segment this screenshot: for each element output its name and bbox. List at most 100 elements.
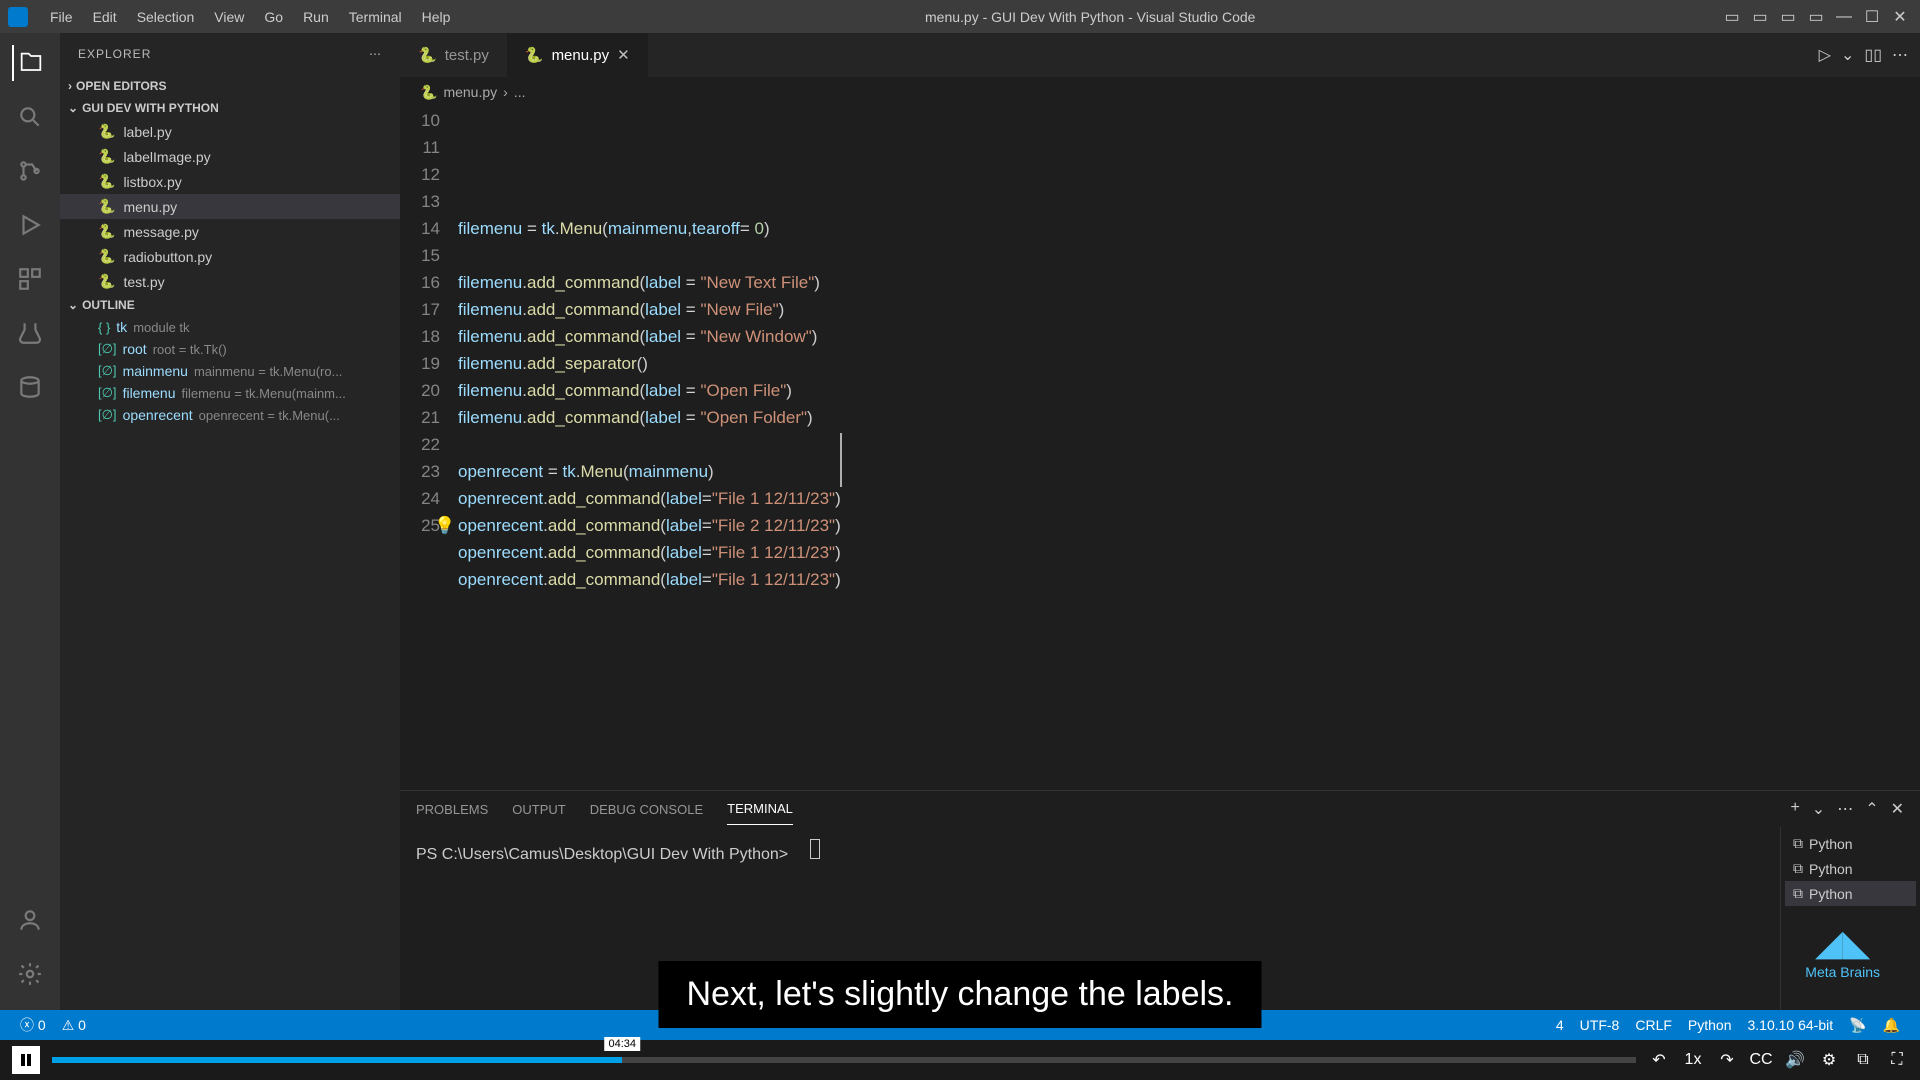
terminal-instance[interactable]: ⧉Python [1785,881,1916,906]
encoding-status[interactable]: UTF-8 [1572,1017,1628,1033]
file-item[interactable]: 🐍labelImage.py [60,144,400,169]
maximize-icon[interactable]: ☐ [1860,5,1884,29]
project-section[interactable]: ⌄ GUI DEV WITH PYTHON [60,97,400,119]
window-title: menu.py - GUI Dev With Python - Visual S… [460,9,1720,25]
editor-tab[interactable]: 🐍menu.py✕ [507,33,648,77]
layout-icon[interactable]: ▭ [1720,5,1744,29]
explorer-icon[interactable] [12,45,48,81]
breadcrumbs[interactable]: 🐍 menu.py › ... [400,77,1920,107]
activity-bar [0,33,60,1010]
menu-file[interactable]: File [40,9,83,25]
file-item[interactable]: 🐍label.py [60,119,400,144]
brand-logo: ◢◣ Meta Brains [1805,922,1880,980]
python-version-status[interactable]: 3.10.10 64-bit [1740,1017,1842,1033]
video-player-controls: 04:34 ↶ 1x ↷ CC 🔊 ⚙ ⧉ ⛶ [0,1040,1920,1080]
progress-bar[interactable]: 04:34 [52,1057,1636,1063]
volume-icon[interactable]: 🔊 [1784,1049,1806,1071]
menu-view[interactable]: View [204,9,254,25]
panel-tab-terminal[interactable]: TERMINAL [727,793,793,825]
file-item[interactable]: 🐍radiobutton.py [60,244,400,269]
menu-selection[interactable]: Selection [127,9,205,25]
more-icon[interactable]: ⋯ [1837,799,1853,819]
code-editor[interactable]: 10111213141516171819202122232425 filemen… [400,107,1920,790]
menu-edit[interactable]: Edit [83,9,127,25]
panel-tab-output[interactable]: OUTPUT [512,794,565,825]
triangle-icon: ◢◣ [1805,922,1880,964]
new-terminal-icon[interactable]: + [1790,799,1799,819]
close-panel-icon[interactable]: ✕ [1891,799,1904,819]
minimap[interactable] [1860,107,1920,790]
more-icon[interactable]: ⋯ [1892,45,1908,65]
minimize-icon[interactable]: — [1832,5,1856,29]
terminal-icon: ⧉ [1793,835,1803,852]
open-editors-section[interactable]: › OPEN EDITORS [60,75,400,97]
layout-icon[interactable]: ▭ [1804,5,1828,29]
notifications-icon[interactable]: 🔔 [1875,1017,1908,1034]
python-file-icon: 🐍 [98,123,115,140]
menu-help[interactable]: Help [412,9,461,25]
split-editor-icon[interactable]: ▯▯ [1864,45,1882,65]
chevron-down-icon[interactable]: ⌄ [1841,45,1854,65]
close-icon[interactable]: ✕ [1888,5,1912,29]
layout-icon[interactable]: ▭ [1776,5,1800,29]
pause-button[interactable] [12,1046,40,1074]
errors-status[interactable]: ⓧ 0 [12,1015,54,1035]
terminal-instance[interactable]: ⧉Python [1785,831,1916,856]
outline-item[interactable]: [∅]filemenu filemenu = tk.Menu(mainm... [60,382,400,404]
menu-go[interactable]: Go [254,9,293,25]
file-item[interactable]: 🐍menu.py [60,194,400,219]
captions-icon[interactable]: CC [1750,1049,1772,1071]
chevron-right-icon: › [503,84,508,100]
more-icon[interactable]: ⋯ [369,47,382,61]
menu-run[interactable]: Run [293,9,339,25]
column-status[interactable]: 4 [1548,1017,1572,1033]
maximize-panel-icon[interactable]: ⌃ [1865,799,1878,819]
language-status[interactable]: Python [1680,1017,1740,1033]
editor-tabs: 🐍test.py🐍menu.py✕ ▷ ⌄ ▯▯ ⋯ [400,33,1920,77]
pip-icon[interactable]: ⧉ [1852,1049,1874,1071]
python-file-icon: 🐍 [420,84,437,101]
python-file-icon: 🐍 [98,273,115,290]
outline-item[interactable]: { }tk module tk [60,316,400,338]
outline-section[interactable]: ⌄ OUTLINE [60,294,400,316]
extensions-icon[interactable] [12,261,48,297]
fullscreen-icon[interactable]: ⛶ [1886,1049,1908,1071]
layout-icon[interactable]: ▭ [1748,5,1772,29]
speed-icon[interactable]: 1x [1682,1049,1704,1071]
panel-tab-problems[interactable]: PROBLEMS [416,794,488,825]
file-item[interactable]: 🐍message.py [60,219,400,244]
editor-area: 🐍test.py🐍menu.py✕ ▷ ⌄ ▯▯ ⋯ 🐍 menu.py › .… [400,33,1920,1010]
rewind-icon[interactable]: ↶ [1648,1049,1670,1071]
settings-gear-icon[interactable] [12,956,48,992]
run-icon[interactable]: ▷ [1819,45,1831,65]
outline-item[interactable]: [∅]root root = tk.Tk() [60,338,400,360]
outline-item[interactable]: [∅]openrecent openrecent = tk.Menu(... [60,404,400,426]
feedback-icon[interactable]: 📡 [1841,1017,1874,1034]
terminal-instance[interactable]: ⧉Python [1785,856,1916,881]
file-item[interactable]: 🐍test.py [60,269,400,294]
account-icon[interactable] [12,902,48,938]
panel-tab-debug-console[interactable]: DEBUG CONSOLE [590,794,703,825]
video-caption: Next, let's slightly change the labels. [658,961,1261,1028]
python-file-icon: 🐍 [98,223,115,240]
menu-terminal[interactable]: Terminal [339,9,412,25]
file-item[interactable]: 🐍listbox.py [60,169,400,194]
database-icon[interactable] [12,369,48,405]
close-tab-icon[interactable]: ✕ [617,46,630,64]
titlebar: FileEditSelectionViewGoRunTerminalHelp m… [0,0,1920,33]
source-control-icon[interactable] [12,153,48,189]
forward-icon[interactable]: ↷ [1716,1049,1738,1071]
warnings-status[interactable]: ⚠ 0 [54,1017,94,1034]
eol-status[interactable]: CRLF [1627,1017,1680,1033]
chevron-down-icon: ⌄ [68,298,78,312]
search-icon[interactable] [12,99,48,135]
outline-item[interactable]: [∅]mainmenu mainmenu = tk.Menu(ro... [60,360,400,382]
python-file-icon: 🐍 [98,173,115,190]
settings-gear-icon[interactable]: ⚙ [1818,1049,1840,1071]
editor-tab[interactable]: 🐍test.py [400,33,507,77]
testing-icon[interactable] [12,315,48,351]
terminal-cursor [810,839,820,859]
run-debug-icon[interactable] [12,207,48,243]
chevron-down-icon: ⌄ [68,101,78,115]
chevron-down-icon[interactable]: ⌄ [1812,799,1825,819]
